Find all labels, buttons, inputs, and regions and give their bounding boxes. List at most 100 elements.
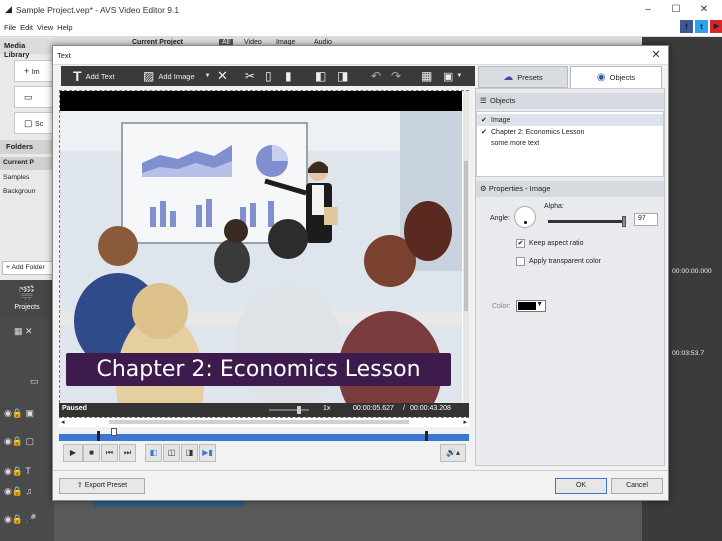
minimize-button[interactable]: – (634, 2, 662, 17)
total-time: 00:00:43.208 (410, 405, 451, 412)
prev-frame-button[interactable]: ⏮ (101, 444, 118, 462)
mark-out-button[interactable]: ▶▮ (199, 444, 216, 462)
bring-front-button[interactable]: ◧ (315, 66, 326, 86)
object-item-image[interactable]: ✔ Image (477, 114, 663, 126)
speed-slider-handle[interactable] (297, 406, 301, 414)
projects-button[interactable]: 🎬 Projects (0, 280, 54, 318)
app-close-button[interactable]: ✕ (690, 2, 718, 17)
stop-button[interactable]: ■ (83, 444, 100, 462)
speaker-icon: 🔊▴ (446, 448, 460, 457)
mark-in-button[interactable]: ◧ (145, 444, 162, 462)
grid-button[interactable]: ▦ (421, 66, 432, 86)
cancel-button[interactable]: Cancel (611, 478, 663, 494)
alpha-slider-handle[interactable] (622, 216, 626, 227)
alpha-input[interactable]: 97 (634, 213, 658, 226)
add-image-button[interactable]: ▨ Add Image ▼ (143, 66, 211, 86)
media-library-heading: Media Library (0, 38, 54, 59)
redo-button[interactable]: ↷ (391, 66, 401, 86)
split-button[interactable]: ◫ (163, 444, 180, 462)
text-dialog: Text ✕ T Add Text ▨ Add Image ▼ ✕ ✂ ▯ ▮ … (52, 45, 669, 501)
stop-icon: ■ (89, 448, 94, 457)
twitter-icon[interactable]: t (695, 20, 708, 33)
play-icon: ▶ (69, 448, 77, 457)
objects-list: ✔ Image ✔ Chapter 2: Economics Lesson some… (476, 111, 664, 177)
image-icon: ▨ (143, 69, 155, 83)
object-duration-track[interactable] (59, 431, 469, 441)
dialog-close-button[interactable]: ✕ (648, 47, 664, 63)
mark-out-icon: ▶▮ (202, 448, 213, 457)
menu-view[interactable]: View (37, 23, 53, 32)
menu-help[interactable]: Help (57, 23, 72, 32)
caption-text: Chapter 2: Economics Lesson (96, 357, 421, 382)
caption-text-object[interactable]: Chapter 2: Economics Lesson (66, 353, 451, 386)
menu-file[interactable]: File (4, 23, 16, 32)
undo-button[interactable]: ↶ (371, 66, 381, 86)
play-button[interactable]: ▶ (63, 444, 83, 462)
preview-scrollbar[interactable] (463, 91, 469, 417)
capture-button[interactable]: ▭ (14, 86, 54, 108)
dialog-title: Text (57, 51, 71, 60)
lock-icon[interactable]: ◉🔒 ▢ (4, 436, 58, 452)
lock-icon[interactable]: ◉🔒 T (4, 466, 58, 482)
delete-button[interactable]: ✕ (217, 66, 228, 86)
playhead[interactable] (111, 428, 117, 436)
redo-icon: ↷ (391, 69, 402, 83)
folder-backgrounds[interactable]: Backgroun (0, 186, 54, 199)
presets-icon: ☁ (503, 71, 514, 83)
text-icon: T (73, 68, 82, 84)
add-folder-button[interactable]: + Add Folder (2, 261, 54, 275)
next-frame-button[interactable]: ⏭ (119, 444, 136, 462)
end-marker[interactable] (425, 431, 428, 441)
screen-button[interactable]: ▢ Sc (14, 112, 54, 134)
object-item-caption[interactable]: ✔ Chapter 2: Economics Lesson (477, 126, 663, 138)
safe-area-button[interactable]: ▣ ▼ (443, 66, 462, 86)
angle-dial[interactable] (514, 206, 536, 228)
alpha-slider[interactable] (548, 216, 626, 227)
keep-aspect-checkbox[interactable]: ✔ (516, 239, 525, 248)
angle-dial-handle[interactable] (524, 221, 527, 224)
time-separator: / (403, 405, 405, 412)
folder-current-project[interactable]: Current P (0, 157, 54, 170)
menu-edit[interactable]: Edit (20, 23, 33, 32)
youtube-icon[interactable]: ▶ (710, 20, 722, 33)
chevron-down-icon: ▼ (456, 73, 463, 79)
volume-button[interactable]: 🔊▴ (440, 444, 466, 462)
folders-heading: Folders (0, 140, 54, 154)
keep-aspect-label: Keep aspect ratio (529, 240, 584, 247)
tab-presets[interactable]: ☁ Presets (478, 66, 568, 88)
timeline-clip[interactable] (94, 500, 244, 507)
start-marker[interactable] (97, 431, 100, 441)
cut-button[interactable]: ✂ (245, 66, 255, 86)
scrollbar-thumb[interactable] (464, 161, 468, 311)
copy-button[interactable]: ▯ (265, 66, 272, 86)
color-picker[interactable]: ▼ (516, 300, 546, 312)
lock-icon[interactable]: ◉🔒 ▣ (4, 408, 58, 424)
lock-icon[interactable]: ◉🔒 🎤 (4, 514, 58, 530)
mark-in-icon: ◧ (149, 448, 158, 457)
import-button[interactable]: + Im (14, 60, 54, 82)
export-preset-button[interactable]: ⇪ Export Preset (59, 478, 145, 494)
timeline-scroll-thumb[interactable] (109, 420, 409, 424)
folder-samples[interactable]: Samples (0, 172, 54, 185)
facebook-icon[interactable]: f (680, 20, 693, 33)
tab-objects[interactable]: ◉ Objects (570, 66, 662, 88)
trim-button[interactable]: ◨ (181, 444, 198, 462)
angle-label: Angle: (490, 215, 510, 222)
paste-button[interactable]: ▮ (285, 66, 292, 86)
export-icon: ⇪ (76, 482, 83, 489)
scroll-right-icon[interactable]: ▸ (463, 418, 467, 426)
send-back-button[interactable]: ◨ (337, 66, 348, 86)
speed-slider[interactable] (269, 406, 309, 414)
maximize-button[interactable]: ☐ (662, 2, 690, 17)
scroll-left-icon[interactable]: ◂ (61, 418, 65, 426)
transparent-color-checkbox[interactable] (516, 257, 525, 266)
ok-button[interactable]: OK (555, 478, 607, 494)
preview-letterbox (60, 91, 462, 111)
add-text-button[interactable]: T Add Text (73, 66, 115, 86)
timeline-scrollbar[interactable]: ◂ ▸ (59, 418, 469, 427)
check-icon: ✔ (481, 117, 487, 124)
lock-icon[interactable]: ◉🔒 ♫ (4, 486, 58, 502)
monitor-icon: ▢ (24, 118, 33, 128)
current-time: 00:00:05.627 (353, 405, 394, 412)
object-item-some-more-text[interactable]: some more text (477, 138, 663, 150)
